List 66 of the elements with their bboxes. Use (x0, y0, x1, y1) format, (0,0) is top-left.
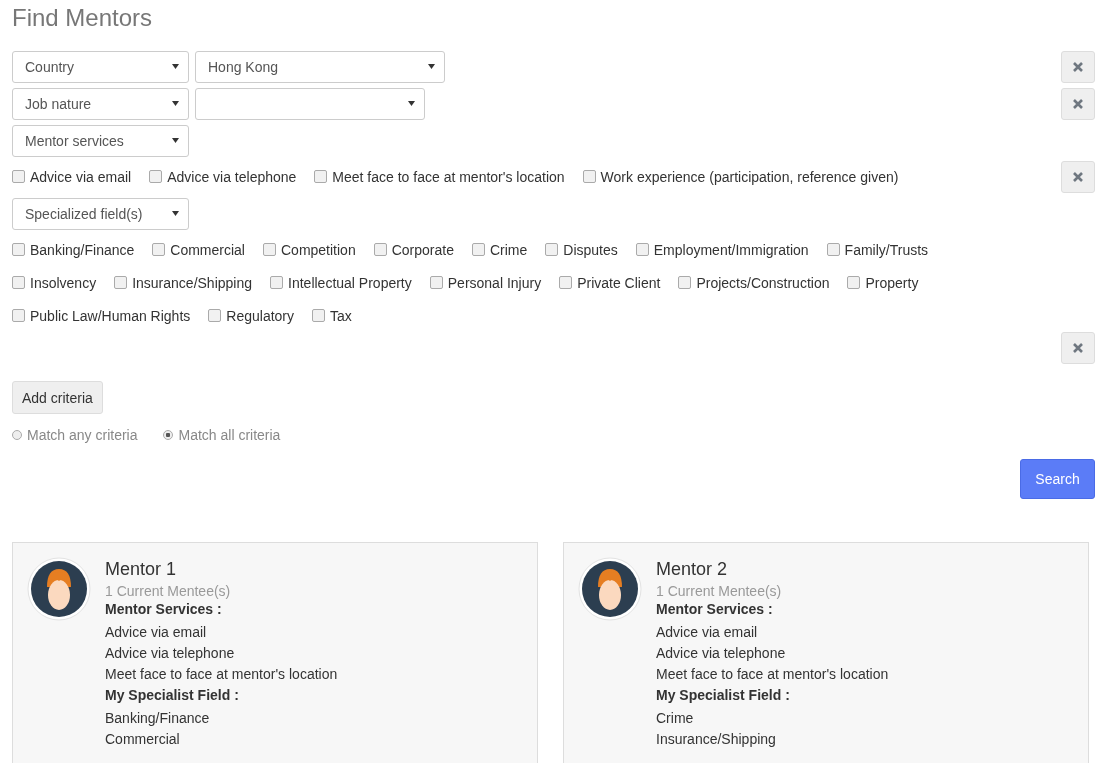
option-checkbox[interactable]: Insurance/Shipping (114, 266, 253, 299)
field-item: Insurance/Shipping (656, 730, 777, 749)
section-heading: Mentor Services : (656, 601, 774, 617)
option-checkbox[interactable]: Employment/Immigration (635, 233, 809, 266)
option-checkbox[interactable]: Disputes (545, 233, 618, 266)
service-item: Advice via email (105, 623, 208, 642)
criterion-select[interactable]: Mentor services (12, 125, 189, 157)
close-icon (1072, 98, 1084, 110)
search-button[interactable]: Search (1020, 459, 1095, 499)
option-checkbox[interactable]: Property (847, 266, 919, 299)
service-item: Meet face to face at mentor's location (656, 665, 889, 684)
caret-icon (172, 101, 179, 106)
option-checkbox[interactable]: Competition (263, 233, 356, 266)
value-select[interactable]: Hong Kong (195, 51, 445, 83)
match-radio[interactable]: Match any criteria (12, 427, 138, 443)
criterion-select[interactable]: Specialized field(s) (12, 198, 189, 230)
caret-icon (172, 211, 179, 216)
option-checkbox[interactable]: Insolvency (12, 266, 97, 299)
field-item: Banking/Finance (105, 709, 211, 728)
option-checkbox[interactable]: Crime (471, 233, 528, 266)
criterion-select[interactable]: Country (12, 51, 189, 83)
option-checkbox[interactable]: Banking/Finance (12, 233, 135, 266)
mentee-count: 1 Current Mentee(s) (656, 583, 783, 599)
option-checkbox[interactable]: Work experience (participation, reference given) (582, 160, 899, 193)
option-checkbox[interactable]: Advice via telephone (149, 160, 297, 193)
option-checkbox[interactable]: Personal Injury (429, 266, 542, 299)
caret-icon (428, 64, 435, 69)
remove-button[interactable] (1061, 161, 1095, 193)
option-checkbox[interactable]: Public Law/Human Rights (12, 299, 191, 332)
section-heading: Mentor Services : (105, 601, 223, 617)
section-heading: My Specialist Field : (105, 687, 240, 703)
service-item: Advice via telephone (105, 644, 236, 663)
avatar-icon (27, 557, 91, 621)
mentee-count: 1 Current Mentee(s) (105, 583, 232, 599)
option-checkbox[interactable]: Tax (312, 299, 352, 332)
close-icon (1072, 61, 1084, 73)
option-checkbox[interactable]: Advice via email (12, 160, 132, 193)
criterion-select[interactable]: Job nature (12, 88, 189, 120)
page-title: Find Mentors (12, 3, 154, 33)
field-item: Crime (656, 709, 695, 728)
service-item: Meet face to face at mentor's location (105, 665, 338, 684)
field-item: Commercial (105, 730, 181, 749)
option-checkbox[interactable]: Corporate (373, 233, 454, 266)
avatar-icon (578, 557, 642, 621)
option-checkbox[interactable]: Private Client (559, 266, 661, 299)
add-criteria-button[interactable]: Add criteria (12, 381, 103, 414)
section-heading: My Specialist Field : (656, 687, 791, 703)
caret-icon (172, 64, 179, 69)
remove-button[interactable] (1061, 88, 1095, 120)
option-checkbox[interactable]: Family/Trusts (826, 233, 929, 266)
match-radio[interactable]: Match all criteria (163, 427, 281, 443)
remove-button[interactable] (1061, 332, 1095, 364)
option-checkbox[interactable]: Projects/Construction (678, 266, 830, 299)
service-item: Advice via email (656, 623, 759, 642)
service-item: Advice via telephone (656, 644, 787, 663)
remove-button[interactable] (1061, 51, 1095, 83)
option-checkbox[interactable]: Commercial (152, 233, 245, 266)
option-checkbox[interactable]: Intellectual Property (270, 266, 412, 299)
close-icon (1072, 171, 1084, 183)
caret-icon (408, 101, 415, 106)
close-icon (1072, 342, 1084, 354)
option-checkbox[interactable]: Regulatory (208, 299, 294, 332)
caret-icon (172, 138, 179, 143)
mentor-name: Mentor 2 (656, 559, 729, 580)
option-checkbox[interactable]: Meet face to face at mentor's location (314, 160, 565, 193)
mentor-name: Mentor 1 (105, 559, 178, 580)
